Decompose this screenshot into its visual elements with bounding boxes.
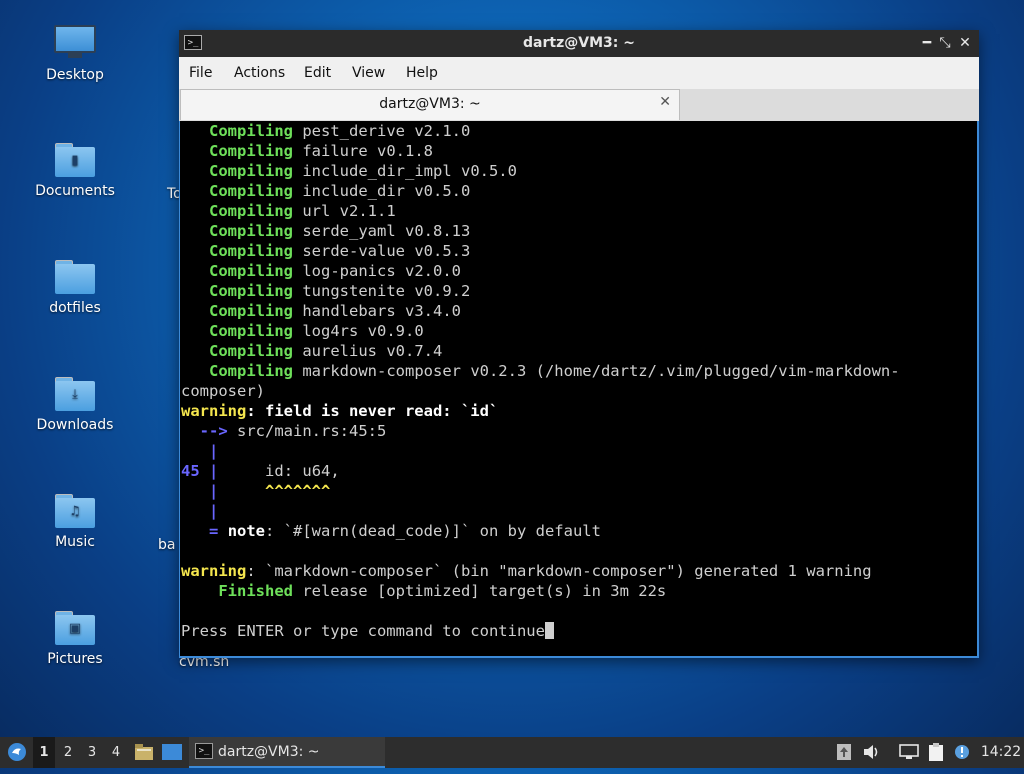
terminal-line-warning: warning: `markdown-composer` (bin "markd… — [181, 562, 872, 580]
task-label: dartz@VM3: ~ — [218, 744, 320, 760]
text-cursor — [544, 622, 554, 639]
terminal-output[interactable]: Compiling pest_derive v2.1.0 Compiling f… — [180, 121, 977, 656]
menu-help[interactable]: Help — [406, 65, 438, 81]
folder-pictures-icon: ▣ — [55, 611, 95, 645]
tab-bar: dartz@VM3: ~ ✕ — [179, 89, 979, 121]
terminal-prompt: Press ENTER or type command to continue — [181, 621, 554, 641]
workspace-2[interactable]: 2 — [57, 737, 79, 768]
folder-downloads-icon: ⤓ — [55, 377, 95, 411]
taskbar-task-terminal[interactable]: >_ dartz@VM3: ~ — [189, 737, 385, 768]
menubar: File Actions Edit View Help — [179, 57, 979, 89]
network-upload-icon[interactable] — [834, 737, 854, 768]
terminal-line: --> src/main.rs:45:5 — [199, 422, 387, 440]
terminal-line: Compiling include_dir_impl v0.5.0 — [209, 162, 517, 180]
desktop-icon-documents[interactable]: ▮ Documents — [20, 143, 130, 199]
desktop-icon-music[interactable]: ♫ Music — [20, 494, 130, 550]
terminal-line: Compiling handlebars v3.4.0 — [209, 302, 461, 320]
terminal-line: Compiling url v2.1.1 — [209, 202, 396, 220]
terminal-line: 45 | id: u64, — [181, 462, 340, 480]
terminal-line: Compiling pest_derive v2.1.0 — [209, 122, 471, 140]
menu-actions[interactable]: Actions — [234, 65, 285, 81]
desktop-icon-label: Downloads — [36, 417, 114, 433]
menu-file[interactable]: File — [189, 65, 212, 81]
desktop-icon-label: Desktop — [46, 67, 104, 83]
terminal-line: | ^^^^^^^ — [209, 482, 331, 500]
terminal-line: Compiling serde-value v0.5.3 — [209, 242, 471, 260]
workspace-3[interactable]: 3 — [81, 737, 103, 768]
clock[interactable]: 14:22 — [978, 737, 1024, 768]
terminal-line-warning: warning: field is never read: `id` — [181, 402, 499, 420]
network-wired-icon[interactable] — [898, 737, 920, 768]
tab-close-icon[interactable]: ✕ — [659, 94, 671, 110]
terminal-line: | — [209, 502, 219, 520]
tab-terminal[interactable]: dartz@VM3: ~ ✕ — [180, 89, 680, 120]
desktop-icon-label: Music — [55, 534, 95, 550]
terminal-line: Finished release [optimized] target(s) i… — [218, 582, 667, 600]
notification-icon[interactable] — [952, 737, 972, 768]
window-titlebar[interactable]: >_ dartz@VM3: ~ ━ ⤡ ✕ — [179, 30, 979, 57]
desktop-icon-desktop[interactable]: Desktop — [20, 25, 130, 83]
close-button[interactable]: ✕ — [955, 33, 975, 53]
show-desktop-icon[interactable] — [161, 737, 183, 768]
volume-icon[interactable] — [861, 737, 883, 768]
folder-documents-icon: ▮ — [55, 143, 95, 177]
terminal-line: composer) — [181, 382, 265, 400]
terminal-line: Compiling aurelius v0.7.4 — [209, 342, 443, 360]
folder-icon — [55, 260, 95, 294]
terminal-line: = note: `#[warn(dead_code)]` on by defau… — [209, 522, 601, 540]
menu-view[interactable]: View — [352, 65, 385, 81]
workspace-1[interactable]: 1 — [33, 737, 55, 768]
terminal-icon: >_ — [195, 743, 213, 759]
terminal-window[interactable]: >_ dartz@VM3: ~ ━ ⤡ ✕ File Actions Edit … — [179, 30, 979, 658]
workspace-4[interactable]: 4 — [105, 737, 127, 768]
file-manager-icon[interactable] — [134, 737, 154, 768]
desktop-icon-pictures[interactable]: ▣ Pictures — [20, 611, 130, 667]
desktop-icon-dotfiles[interactable]: dotfiles — [20, 260, 130, 316]
terminal-line: Compiling log-panics v2.0.0 — [209, 262, 461, 280]
app-menu-icon[interactable] — [4, 737, 30, 768]
desktop-icon-downloads[interactable]: ⤓ Downloads — [20, 377, 130, 433]
desktop-icon-label: dotfiles — [49, 300, 101, 316]
minimize-button[interactable]: ━ — [917, 33, 937, 53]
desktop-icon-label: Pictures — [47, 651, 103, 667]
maximize-button[interactable]: ⤡ — [935, 33, 955, 53]
terminal-line: Compiling log4rs v0.9.0 — [209, 322, 424, 340]
terminal-line: | — [209, 442, 219, 460]
terminal-line: Compiling failure v0.1.8 — [209, 142, 433, 160]
terminal-line: Compiling tungstenite v0.9.2 — [209, 282, 471, 300]
desktop-icon-label-partial[interactable]: ba — [158, 537, 175, 553]
clipboard-icon[interactable] — [926, 737, 946, 768]
folder-music-icon: ♫ — [55, 494, 95, 528]
menu-edit[interactable]: Edit — [304, 65, 331, 81]
monitor-icon — [54, 25, 96, 59]
taskbar: 1 2 3 4 >_ dartz@VM3: ~ 14:22 — [0, 737, 1024, 768]
terminal-line: Compiling markdown-composer v0.2.3 (/hom… — [209, 362, 900, 380]
window-title: dartz@VM3: ~ — [523, 35, 635, 51]
terminal-line: Compiling serde_yaml v0.8.13 — [209, 222, 471, 240]
desktop-icon-label: Documents — [35, 183, 115, 199]
terminal-line: Compiling include_dir v0.5.0 — [209, 182, 471, 200]
tab-label: dartz@VM3: ~ — [379, 96, 481, 112]
